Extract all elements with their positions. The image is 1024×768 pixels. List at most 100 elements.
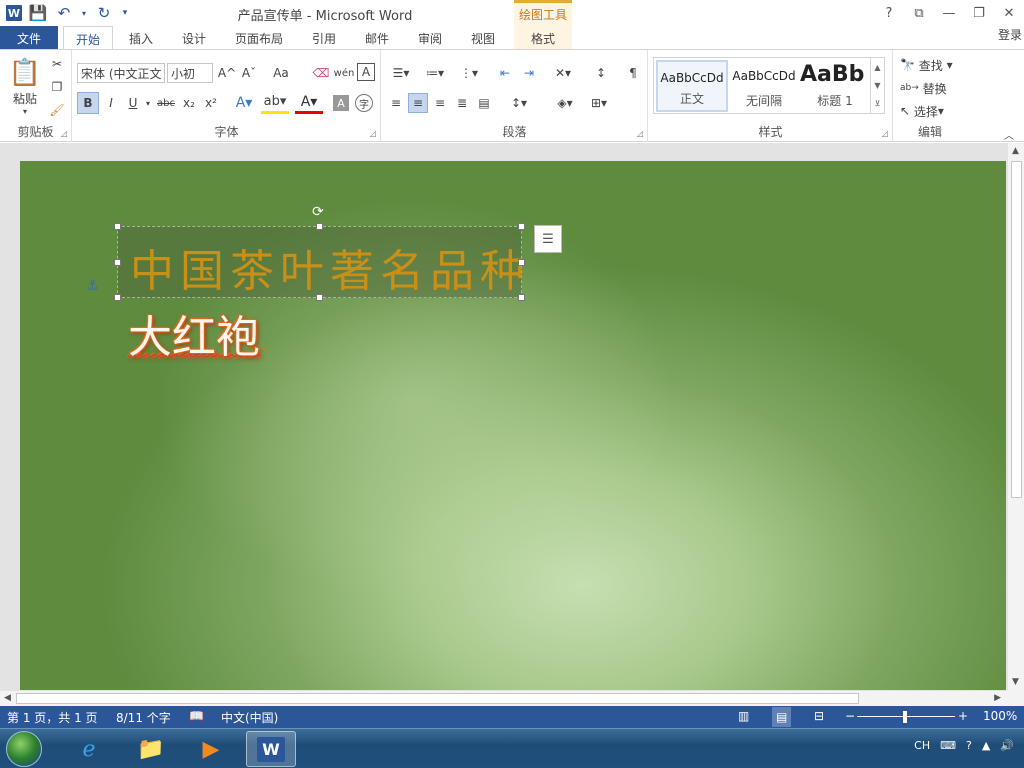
horizontal-scrollbar[interactable]: ◀ ▶ [0, 690, 1007, 706]
italic-button[interactable]: I [101, 92, 121, 114]
resize-handle[interactable] [518, 259, 525, 266]
cut-icon[interactable]: ✂ [48, 55, 66, 73]
bullets-icon[interactable]: ☰▾ [386, 63, 416, 83]
shading-icon[interactable]: ◈▾ [550, 93, 580, 113]
scroll-down-arrow-icon[interactable]: ▼ [1012, 677, 1019, 687]
scroll-down-icon[interactable]: ▼ [874, 81, 880, 90]
tab-review[interactable]: 审阅 [406, 26, 454, 50]
format-painter-icon[interactable]: 🖌 [48, 101, 66, 119]
web-layout-icon[interactable]: ⊟ [814, 709, 824, 723]
horizontal-scroll-thumb[interactable] [16, 693, 859, 704]
increase-indent-icon[interactable]: ⇥ [518, 63, 540, 83]
select-button[interactable]: ↖ 选择 ▾ [900, 101, 962, 121]
wordart-textbox[interactable]: 中国茶叶著名品种 [114, 223, 525, 301]
copy-icon[interactable]: ❐ [48, 78, 66, 96]
zoom-level[interactable]: 100% [983, 709, 1017, 723]
paste-button[interactable]: 粘贴 [6, 90, 44, 106]
zoom-in-icon[interactable]: + [958, 709, 968, 723]
sort-icon[interactable]: ↕ [590, 63, 612, 83]
decrease-indent-icon[interactable]: ⇤ [494, 63, 516, 83]
layout-options-icon[interactable]: ☰ [534, 225, 562, 253]
align-right-icon[interactable]: ≡ [430, 93, 450, 113]
paste-dropdown-icon[interactable]: ▾ [18, 106, 32, 116]
zoom-out-icon[interactable]: − [845, 709, 855, 723]
word-taskbar-icon[interactable]: W [246, 731, 296, 767]
collapse-ribbon-icon[interactable]: ︿ [1002, 128, 1016, 142]
clear-format-icon[interactable]: ⌫ [311, 63, 331, 83]
paste-icon[interactable]: 📋 [8, 56, 42, 90]
asian-layout-icon[interactable]: ✕▾ [548, 63, 578, 83]
tab-insert[interactable]: 插入 [117, 26, 165, 50]
font-launcher-icon[interactable]: ◿ [370, 129, 376, 138]
scroll-up-icon[interactable]: ▲ [874, 63, 880, 72]
page-count[interactable]: 第 1 页，共 1 页 [7, 709, 98, 726]
tab-format[interactable]: 格式 [514, 26, 572, 50]
multilevel-list-icon[interactable]: ⋮▾ [454, 63, 484, 83]
underline-dropdown-icon[interactable]: ▾ [143, 92, 153, 114]
font-color-icon[interactable]: A▾ [295, 92, 323, 114]
vertical-scrollbar[interactable]: ▲ ▼ [1007, 143, 1024, 690]
tab-design[interactable]: 设计 [170, 26, 218, 50]
tab-mailings[interactable]: 邮件 [353, 26, 401, 50]
find-button[interactable]: 🔭 查找 ▾ [900, 55, 962, 75]
borders-icon[interactable]: ⊞▾ [584, 93, 614, 113]
restore-button[interactable]: ❐ [964, 0, 994, 26]
login-link[interactable]: 登录 [998, 26, 1022, 43]
style-heading-1[interactable]: AaBb 标题 1 [800, 60, 870, 112]
justify-icon[interactable]: ≣ [452, 93, 472, 113]
font-name-select[interactable]: 宋体 (中文正文 [77, 63, 165, 83]
styles-scroll[interactable]: ▲ ▼ ⊻ [870, 58, 884, 113]
align-left-icon[interactable]: ≡ [386, 93, 406, 113]
body-text[interactable]: 大红袍↵ [128, 301, 270, 365]
rotate-handle-icon[interactable]: ⟳ [312, 204, 324, 220]
resize-handle[interactable] [114, 259, 121, 266]
scroll-right-arrow-icon[interactable]: ▶ [994, 693, 1001, 703]
resize-handle[interactable] [316, 294, 323, 301]
textbox-text[interactable]: 中国茶叶著名品种 [130, 235, 530, 299]
close-button[interactable]: ✕ [994, 0, 1024, 26]
highlight-icon[interactable]: ab▾ [261, 92, 289, 114]
zoom-slider-thumb[interactable] [903, 711, 907, 723]
paragraph-launcher-icon[interactable]: ◿ [637, 129, 643, 138]
resize-handle[interactable] [114, 294, 121, 301]
tab-references[interactable]: 引用 [300, 26, 348, 50]
keyboard-icon[interactable]: ⌨ [940, 739, 956, 752]
underline-button[interactable]: U [123, 92, 143, 114]
phonetic-guide-button[interactable]: wén [333, 63, 355, 83]
bold-button[interactable]: B [77, 92, 99, 114]
numbering-icon[interactable]: ≔▾ [420, 63, 450, 83]
shrink-font-button[interactable]: Aˇ [239, 63, 259, 83]
scroll-left-arrow-icon[interactable]: ◀ [4, 693, 11, 703]
input-language[interactable]: CH [914, 739, 930, 752]
styles-launcher-icon[interactable]: ◿ [882, 129, 888, 138]
media-player-icon[interactable]: ▶ [186, 731, 236, 767]
resize-handle[interactable] [518, 223, 525, 230]
tab-home[interactable]: 开始 [63, 26, 113, 51]
enclose-char-icon[interactable]: 字 [355, 94, 373, 112]
align-center-icon[interactable]: ≡ [408, 93, 428, 113]
change-case-button[interactable]: Aa [267, 63, 295, 83]
tab-layout[interactable]: 页面布局 [225, 26, 293, 50]
read-mode-icon[interactable]: ▥ [738, 709, 749, 723]
print-layout-icon[interactable]: ▤ [772, 707, 792, 727]
tray-expand-icon[interactable]: ▲ [982, 739, 990, 752]
font-size-select[interactable]: 小初 [167, 63, 213, 83]
document-page[interactable]: ⟳ ⚓ 中国茶叶著名品种 ☰ 大红袍↵ [20, 161, 1006, 691]
resize-handle[interactable] [114, 223, 121, 230]
file-explorer-icon[interactable]: 📁 [126, 731, 176, 767]
show-marks-icon[interactable]: ¶ [622, 63, 644, 83]
more-styles-icon[interactable]: ⊻ [875, 99, 881, 108]
anchor-icon[interactable]: ⚓ [86, 278, 99, 294]
clipboard-launcher-icon[interactable]: ◿ [61, 129, 67, 138]
language-status[interactable]: 中文(中国) [221, 709, 278, 726]
style-normal[interactable]: AaBbCcDd 正文 [656, 60, 728, 112]
vertical-scroll-thumb[interactable] [1011, 161, 1022, 498]
resize-handle[interactable] [518, 294, 525, 301]
minimize-button[interactable]: — [934, 0, 964, 26]
word-count[interactable]: 8/11 个字 [116, 709, 171, 726]
ribbon-display-icon[interactable]: ⧉ [904, 0, 934, 26]
char-shading-icon[interactable]: A [333, 95, 349, 111]
internet-explorer-icon[interactable]: ℯ [64, 731, 114, 767]
start-button[interactable] [6, 731, 42, 767]
tab-file[interactable]: 文件 [0, 26, 58, 50]
